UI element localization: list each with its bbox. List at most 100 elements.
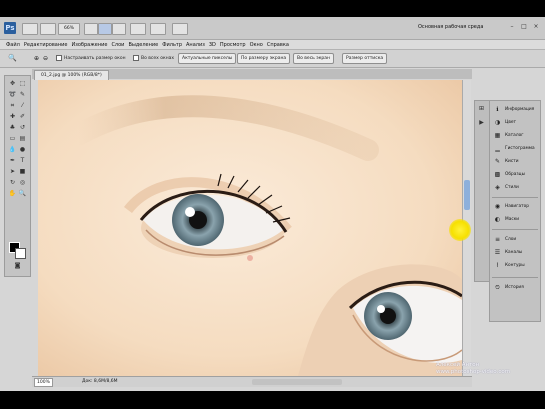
zoom-out-icon[interactable]: ⊖ [43, 54, 48, 63]
menu-file[interactable]: Файл [6, 42, 20, 48]
brush-icon: ✎ [494, 158, 501, 165]
bridge-button[interactable] [22, 23, 38, 35]
resize-windows-checkbox[interactable]: Настраивать размер окон [56, 54, 126, 63]
clone-stamp-tool-icon[interactable]: ♣ [8, 124, 17, 132]
history-icon: ⏲ [495, 284, 500, 291]
hand-tool-icon[interactable] [84, 23, 98, 35]
brush-tool-icon[interactable]: ✐ [18, 113, 27, 121]
path-selection-tool-icon[interactable]: ➤ [8, 168, 17, 176]
type-tool-icon[interactable]: T [18, 157, 27, 165]
pen-tool-icon[interactable]: ✒ [8, 157, 17, 165]
maximize-icon[interactable]: □ [520, 23, 528, 31]
all-windows-checkbox[interactable]: Во всех окнах [133, 54, 174, 63]
arrange-documents-icon[interactable] [130, 23, 146, 35]
panel-item-swatches[interactable]: ▩ Образцы [492, 169, 538, 180]
background-color-swatch[interactable] [15, 248, 26, 259]
panel-item-catalog[interactable]: ▦ Каталог [492, 130, 538, 141]
extras-icon[interactable] [172, 23, 188, 35]
menu-filter[interactable]: Фильтр [162, 42, 182, 48]
tools-panel: ✥ ⬚ ➰ ✎ ⌗ ⁄ ✚ ✐ ♣ ↺ ▭ ▤ 💧 ● ✒ T ➤ ■ ↻ ◎ … [4, 75, 31, 277]
close-icon[interactable]: × [532, 23, 540, 31]
history-brush-tool-icon[interactable]: ↺ [18, 124, 27, 132]
channels-icon: ☰ [494, 249, 501, 256]
watermark-author: Алексей Антон [436, 362, 480, 368]
checkbox-icon [133, 54, 139, 61]
options-bar: 🔍 ⊕ ⊖ Настраивать размер окон Во всех ок… [0, 50, 545, 68]
menu-view[interactable]: Просмотр [220, 42, 246, 48]
panel-item-brushes[interactable]: ✎ Кисти [492, 156, 538, 167]
fit-screen-button[interactable]: По размеру экрана [237, 53, 291, 64]
actual-pixels-button[interactable]: Актуальные пикселы [178, 53, 237, 64]
quick-mask-icon[interactable]: ◙ [13, 262, 22, 270]
menu-3d[interactable]: 3D [209, 42, 216, 48]
screen-mode-icon[interactable] [150, 23, 166, 35]
zoom-tool-icon[interactable]: 🔍 [18, 190, 27, 198]
zoom-status-field[interactable]: 100% [34, 378, 53, 387]
color-icon: ◑ [494, 119, 501, 126]
histogram-icon: ▁ [495, 145, 500, 152]
menu-select[interactable]: Выделение [128, 42, 158, 48]
panel-item-layers[interactable]: ≡ Слои [492, 234, 538, 245]
quick-select-tool-icon[interactable]: ✎ [18, 91, 27, 99]
zoom-tool-icon[interactable] [98, 23, 112, 35]
panel-item-color[interactable]: ◑ Цвет [492, 117, 538, 128]
crop-tool-icon[interactable]: ⌗ [8, 102, 17, 110]
panel-item-navigator[interactable]: ◉ Навигатор [492, 201, 538, 212]
panel-divider [492, 229, 538, 230]
panel-item-paths[interactable]: ⌇ Контуры [492, 260, 538, 271]
hand-tool-icon[interactable]: ✋ [8, 190, 17, 198]
menu-window[interactable]: Окно [250, 42, 263, 48]
document-canvas[interactable] [38, 80, 462, 376]
gradient-tool-icon[interactable]: ▤ [18, 135, 27, 143]
panels-column: ℹ Инфоpмация ◑ Цвет ▦ Каталог ▁ Гистограмма … [489, 100, 541, 322]
panel-item-styles[interactable]: ◈ Стили [492, 182, 538, 193]
document-tab-bar: 01_2.jpg @ 100% (RGB/8*) [32, 69, 472, 80]
shape-tool-icon[interactable]: ■ [18, 168, 27, 176]
panel-item-histogram[interactable]: ▁ Гистограмма [492, 143, 538, 154]
watermark: Алексей Антон www.photoshop-video.com [436, 362, 510, 376]
lasso-tool-icon[interactable]: ➰ [8, 91, 17, 99]
panel-item-history[interactable]: ⏲ История [492, 282, 538, 293]
eraser-tool-icon[interactable]: ▭ [8, 135, 17, 143]
info-icon: ℹ [496, 106, 499, 113]
checkbox-icon [56, 54, 62, 61]
navigator-icon: ◉ [494, 203, 501, 210]
workspace-switcher[interactable]: Основная рабочая среда [418, 24, 483, 30]
panel-item-masks[interactable]: ◐ Маски [492, 214, 538, 225]
panel-item-info[interactable]: ℹ Инфоpмация [492, 104, 538, 115]
all-windows-label: Во всех окнах [141, 56, 175, 61]
rotate-view-icon[interactable] [112, 23, 126, 35]
menu-analysis[interactable]: Анализ [186, 42, 205, 48]
resize-windows-label: Настраивать размер окон [64, 56, 126, 61]
vertical-scroll-thumb[interactable] [464, 180, 470, 210]
panel-item-channels[interactable]: ☰ Каналы [492, 247, 538, 258]
3d-orbit-tool-icon[interactable]: ◎ [18, 179, 27, 187]
eyes-photo [38, 80, 462, 376]
document-tab[interactable]: 01_2.jpg @ 100% (RGB/8*) [34, 70, 109, 80]
fill-screen-button[interactable]: Во весь экран [293, 53, 334, 64]
paths-icon: ⌇ [496, 262, 499, 269]
horizontal-scroll-thumb[interactable] [252, 379, 342, 385]
menu-edit[interactable]: Редактирование [24, 42, 68, 48]
panel-divider [492, 277, 538, 278]
menu-help[interactable]: Справка [267, 42, 289, 48]
3d-rotate-tool-icon[interactable]: ↻ [8, 179, 17, 187]
blur-tool-icon[interactable]: 💧 [8, 146, 17, 154]
move-tool-icon[interactable]: ✥ [8, 80, 17, 88]
minimize-icon[interactable]: – [508, 23, 516, 31]
dodge-tool-icon[interactable]: ● [18, 146, 27, 154]
healing-brush-tool-icon[interactable]: ✚ [8, 113, 17, 121]
zoom-tool-preset-icon[interactable]: 🔍 [8, 54, 17, 63]
actions-panel-icon[interactable]: ▶ [477, 119, 486, 127]
menu-image[interactable]: Изображение [71, 42, 107, 48]
print-size-button[interactable]: Размер оттиска [342, 53, 388, 64]
marquee-tool-icon[interactable]: ⬚ [18, 80, 27, 88]
layers-icon: ≡ [494, 236, 501, 243]
zoom-level-select[interactable]: 66% [58, 23, 80, 35]
mini-bridge-button[interactable] [40, 23, 56, 35]
menu-layer[interactable]: Слои [111, 42, 124, 48]
history-panel-icon[interactable]: ⊞ [477, 105, 486, 113]
panel-dock-strip: ⊞ ▶ [474, 100, 490, 282]
eyedropper-tool-icon[interactable]: ⁄ [18, 102, 27, 110]
zoom-in-icon[interactable]: ⊕ [34, 54, 39, 63]
